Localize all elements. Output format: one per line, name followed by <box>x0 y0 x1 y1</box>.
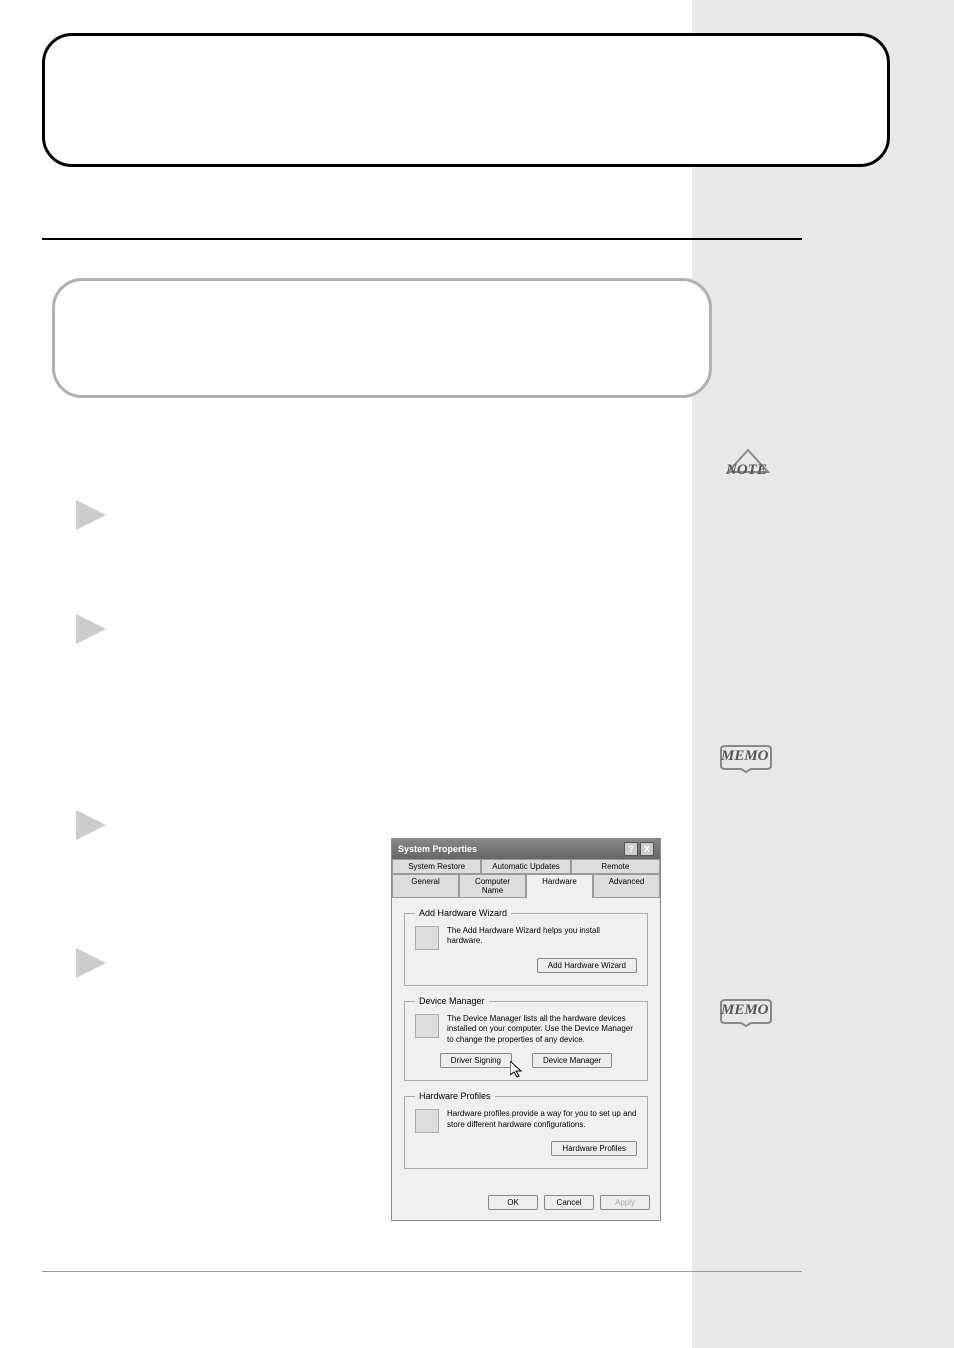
step-arrow-icon <box>76 614 106 644</box>
hardware-profiles-button[interactable]: Hardware Profiles <box>551 1141 637 1156</box>
title-callout-box <box>42 33 890 167</box>
ok-button[interactable]: OK <box>488 1195 538 1210</box>
apply-button[interactable]: Apply <box>600 1195 650 1210</box>
cancel-button[interactable]: Cancel <box>544 1195 594 1210</box>
driver-signing-button[interactable]: Driver Signing <box>440 1053 512 1068</box>
section-rule-top <box>42 238 802 240</box>
step-arrow-icon <box>76 810 106 840</box>
tab-remote[interactable]: Remote <box>571 859 660 874</box>
sub-callout-box <box>52 278 712 398</box>
system-properties-dialog: System Properties ? X System Restore Aut… <box>391 838 661 1221</box>
tab-row-front: General Computer Name Hardware Advanced <box>392 874 660 898</box>
memo-label: MEMO <box>721 1002 769 1019</box>
tab-row-back: System Restore Automatic Updates Remote <box>392 859 660 874</box>
hw-prof-legend: Hardware Profiles <box>415 1091 495 1101</box>
dev-mgr-text: The Device Manager lists all the hardwar… <box>447 1014 637 1045</box>
memo-label: MEMO <box>721 748 769 765</box>
tab-general[interactable]: General <box>392 874 459 898</box>
tab-automatic-updates[interactable]: Automatic Updates <box>481 859 570 874</box>
hardware-tab-panel: Add Hardware Wizard The Add Hardware Wiz… <box>392 898 660 1189</box>
device-manager-button[interactable]: Device Manager <box>532 1053 612 1068</box>
hw-prof-text: Hardware profiles provide a way for you … <box>447 1109 637 1130</box>
tab-hardware[interactable]: Hardware <box>526 874 593 898</box>
dialog-titlebar[interactable]: System Properties ? X <box>392 839 660 859</box>
add-hw-legend: Add Hardware Wizard <box>415 908 511 918</box>
dev-mgr-legend: Device Manager <box>415 996 489 1006</box>
hardware-profiles-group: Hardware Profiles Hardware profiles prov… <box>404 1091 648 1169</box>
memo-badge: MEMO <box>716 744 776 779</box>
dialog-title: System Properties <box>398 844 477 854</box>
note-badge: NOTE <box>720 448 776 493</box>
tab-system-restore[interactable]: System Restore <box>392 859 481 874</box>
add-hw-text: The Add Hardware Wizard helps you instal… <box>447 926 637 947</box>
memo-badge: MEMO <box>716 998 776 1033</box>
add-hardware-wizard-button[interactable]: Add Hardware Wizard <box>537 958 637 973</box>
device-manager-group: Device Manager The Device Manager lists … <box>404 996 648 1081</box>
add-hardware-wizard-icon <box>415 926 439 950</box>
help-icon[interactable]: ? <box>624 842 638 856</box>
step-arrow-icon <box>76 500 106 530</box>
hardware-profiles-icon <box>415 1109 439 1133</box>
add-hardware-wizard-group: Add Hardware Wizard The Add Hardware Wiz… <box>404 908 648 986</box>
dialog-button-row: OK Cancel Apply <box>392 1189 660 1220</box>
tab-advanced[interactable]: Advanced <box>593 874 660 898</box>
device-manager-icon <box>415 1014 439 1038</box>
section-rule-bottom <box>42 1271 802 1272</box>
close-icon[interactable]: X <box>640 842 654 856</box>
page-sidebar-shading <box>692 0 954 1348</box>
step-arrow-icon <box>76 948 106 978</box>
tab-computer-name[interactable]: Computer Name <box>459 874 526 898</box>
note-label: NOTE <box>726 462 767 479</box>
